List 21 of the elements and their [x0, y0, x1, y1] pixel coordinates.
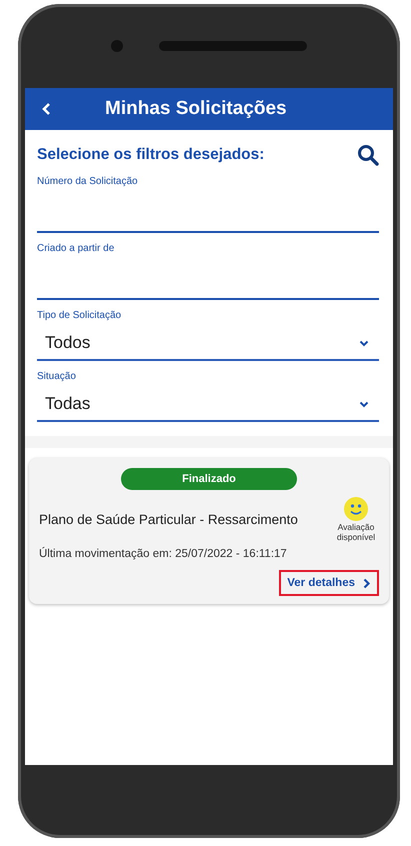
- request-title: Plano de Saúde Particular - Ressarcimento: [39, 512, 298, 526]
- chevron-down-icon: [359, 400, 369, 408]
- chevron-right-icon: [363, 578, 371, 588]
- last-update-text: Última movimentação em: 25/07/2022 - 16:11:17: [39, 548, 288, 560]
- search-button[interactable]: [357, 144, 379, 166]
- screen-title: Minhas Solicitações: [105, 98, 287, 120]
- field-label: Situação: [37, 371, 77, 382]
- search-icon: [357, 144, 379, 166]
- chevron-left-icon: [41, 102, 51, 116]
- field-label: Número da Solicitação: [37, 176, 139, 187]
- status-badge: Finalizado: [121, 468, 297, 490]
- field-label: Tipo de Solicitação: [37, 310, 122, 321]
- smiley-icon[interactable]: [343, 496, 369, 522]
- filters-heading: Selecione os filtros desejados:: [37, 146, 264, 164]
- field-label: Criado a partir de: [37, 243, 116, 254]
- details-link[interactable]: Ver detalhes: [279, 570, 379, 596]
- camera-dot: [111, 40, 123, 52]
- dropdown-field[interactable]: Todas: [37, 386, 379, 422]
- rating-label: Avaliação disponível: [336, 522, 376, 542]
- chevron-down-icon: [359, 340, 369, 346]
- dropdown-field[interactable]: Todos: [37, 325, 379, 361]
